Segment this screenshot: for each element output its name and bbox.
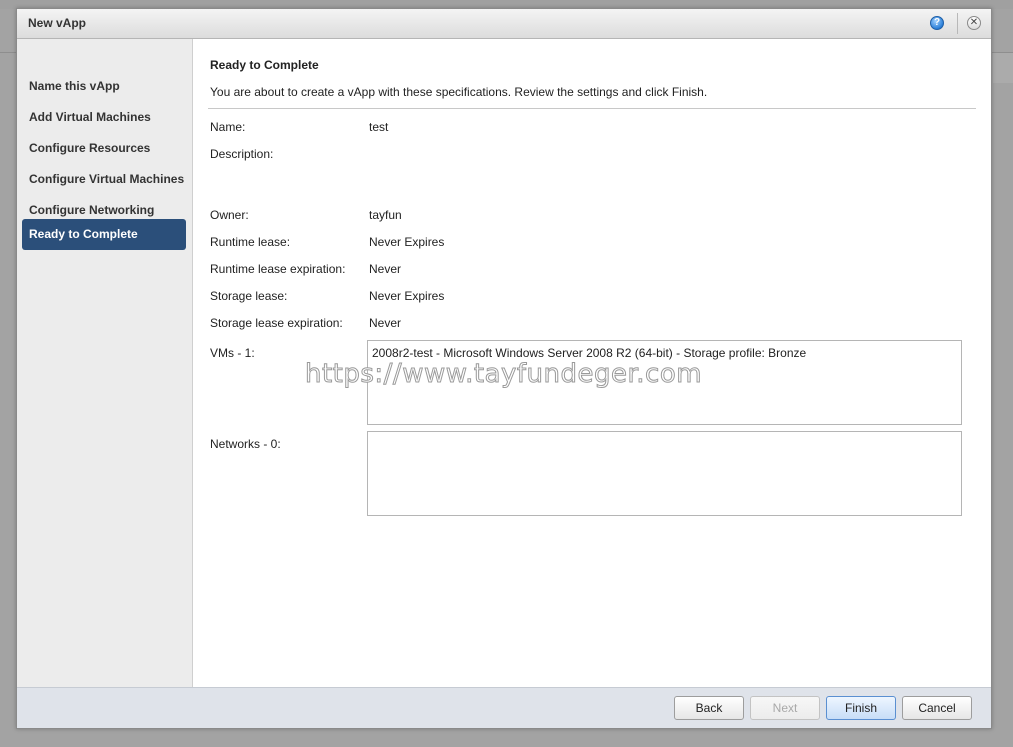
vms-list[interactable]: 2008r2-test - Microsoft Windows Server 2…	[367, 340, 962, 425]
list-item[interactable]: 2008r2-test - Microsoft Windows Server 2…	[372, 346, 806, 360]
storage-lease-expiration-label: Storage lease expiration:	[210, 316, 343, 330]
cancel-button[interactable]: Cancel	[902, 696, 972, 720]
sidebar-item-configure-resources[interactable]: Configure Resources	[22, 133, 186, 164]
dialog-footer: Back Next Finish Cancel	[17, 687, 991, 728]
sidebar-item-configure-virtual-machines[interactable]: Configure Virtual Machines	[22, 164, 186, 195]
runtime-lease-value: Never Expires	[369, 235, 445, 249]
runtime-lease-expiration-label: Runtime lease expiration:	[210, 262, 346, 276]
storage-lease-value: Never Expires	[369, 289, 445, 303]
description-label: Description:	[210, 147, 274, 161]
new-vapp-dialog: New vApp ? ✕ Name this vApp Add Virtual …	[16, 8, 992, 729]
next-button[interactable]: Next	[750, 696, 820, 720]
storage-lease-expiration-value: Never	[369, 316, 402, 330]
header-divider	[208, 108, 976, 109]
name-label: Name:	[210, 120, 246, 134]
networks-list[interactable]	[367, 431, 962, 516]
name-value: test	[369, 120, 389, 134]
networks-label: Networks - 0:	[210, 437, 281, 451]
runtime-lease-label: Runtime lease:	[210, 235, 291, 249]
close-icon[interactable]: ✕	[967, 16, 981, 30]
back-button[interactable]: Back	[674, 696, 744, 720]
sidebar-item-add-virtual-machines[interactable]: Add Virtual Machines	[22, 102, 186, 133]
owner-label: Owner:	[210, 208, 249, 222]
dialog-title: New vApp	[28, 16, 87, 30]
sidebar-item-name-this-vapp[interactable]: Name this vApp	[22, 71, 186, 102]
titlebar-separator	[957, 13, 958, 34]
page-title: Ready to Complete	[210, 58, 319, 72]
page-instructions: You are about to create a vApp with thes…	[210, 85, 708, 99]
wizard-steps-sidebar: Name this vApp Add Virtual Machines Conf…	[17, 39, 193, 689]
dialog-titlebar[interactable]: New vApp ? ✕	[17, 9, 991, 39]
owner-value: tayfun	[369, 208, 402, 222]
help-icon[interactable]: ?	[930, 16, 944, 30]
vms-label: VMs - 1:	[210, 346, 255, 360]
runtime-lease-expiration-value: Never	[369, 262, 402, 276]
summary-panel: Ready to Complete You are about to creat…	[193, 39, 991, 689]
background-panel-edge	[993, 53, 1013, 83]
sidebar-item-ready-to-complete[interactable]: Ready to Complete	[22, 219, 186, 250]
storage-lease-label: Storage lease:	[210, 289, 288, 303]
finish-button[interactable]: Finish	[826, 696, 896, 720]
